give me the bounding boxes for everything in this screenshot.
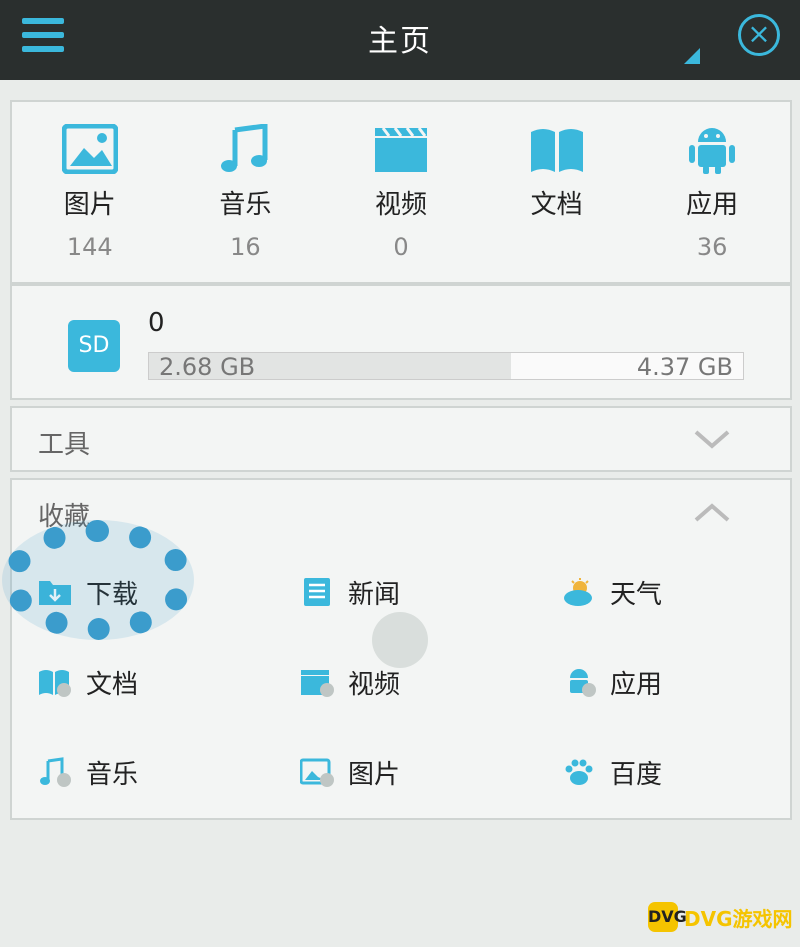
watermark-text: DVG游戏网 <box>684 906 793 931</box>
favorite-item-baidu[interactable]: 百度 <box>562 752 662 792</box>
tools-section-header[interactable]: 工具 <box>10 406 792 472</box>
watermark: DVG DVG游戏网 <box>648 902 793 932</box>
category-panel: 图片 144 音乐 16 视频 0 文档 应用 36 <box>10 100 792 284</box>
paw-icon <box>565 759 593 785</box>
document-icon <box>530 129 583 172</box>
category-count <box>497 233 617 261</box>
storage-name: 0 <box>148 308 165 338</box>
category-videos[interactable]: 视频 0 <box>341 102 461 282</box>
highlight-circle <box>2 520 194 640</box>
category-label: 图片 <box>63 190 116 220</box>
close-icon[interactable]: × <box>738 14 780 56</box>
storage-usage-bar: 2.68 GB 4.37 GB <box>148 352 744 381</box>
image-icon <box>300 758 334 787</box>
storage-total: 4.37 GB <box>636 353 733 381</box>
category-count: 144 <box>66 233 113 261</box>
music-icon <box>221 124 268 172</box>
news-icon <box>304 578 330 606</box>
video-icon <box>374 127 427 172</box>
category-count: 16 <box>230 233 261 261</box>
favorite-label: 视频 <box>348 669 401 700</box>
category-apps[interactable]: 应用 36 <box>652 102 772 282</box>
category-label: 音乐 <box>219 190 272 220</box>
favorite-label: 图片 <box>348 759 401 790</box>
chevron-down-icon <box>694 430 730 449</box>
page-title: 主页 <box>368 24 432 59</box>
storage-panel[interactable]: SD 0 2.68 GB 4.37 GB <box>10 284 792 400</box>
favorite-item-images[interactable]: 图片 <box>300 752 400 792</box>
category-count: 36 <box>696 233 728 261</box>
favorite-label: 文档 <box>86 669 139 700</box>
storage-used: 2.68 GB <box>159 353 256 381</box>
android-icon <box>570 669 596 697</box>
android-icon <box>689 128 736 174</box>
favorite-item-music[interactable]: 音乐 <box>38 752 138 792</box>
top-bar: 主页 × <box>0 0 800 80</box>
category-label: 视频 <box>374 190 427 220</box>
favorite-label: 应用 <box>610 669 663 700</box>
favorite-label: 新闻 <box>348 579 401 610</box>
image-icon <box>61 124 118 174</box>
favorite-label: 百度 <box>610 759 663 790</box>
video-icon <box>301 670 334 697</box>
category-documents[interactable]: 文档 <box>497 102 617 282</box>
watermark-logo-icon: DVG <box>648 902 687 932</box>
sd-card-icon: SD <box>68 320 120 372</box>
corner-indicator-icon <box>684 48 700 64</box>
favorite-item-weather[interactable]: 天气 <box>562 572 662 612</box>
favorite-label: 音乐 <box>86 759 139 790</box>
favorite-item-news[interactable]: 新闻 <box>300 572 400 612</box>
category-label: 应用 <box>686 190 739 220</box>
favorite-label: 天气 <box>610 579 663 610</box>
favorite-item-videos[interactable]: 视频 <box>300 662 400 702</box>
tools-label: 工具 <box>38 430 91 460</box>
category-images[interactable]: 图片 144 <box>30 102 150 282</box>
category-label: 文档 <box>530 190 583 220</box>
category-music[interactable]: 音乐 16 <box>185 102 305 282</box>
category-count: 0 <box>393 233 409 261</box>
document-icon <box>39 670 71 697</box>
weather-icon <box>564 578 592 606</box>
favorite-item-apps[interactable]: 应用 <box>562 662 662 702</box>
favorite-item-documents[interactable]: 文档 <box>38 662 138 702</box>
touch-ripple <box>372 612 428 668</box>
music-icon <box>40 757 71 787</box>
chevron-up-icon <box>694 503 730 522</box>
